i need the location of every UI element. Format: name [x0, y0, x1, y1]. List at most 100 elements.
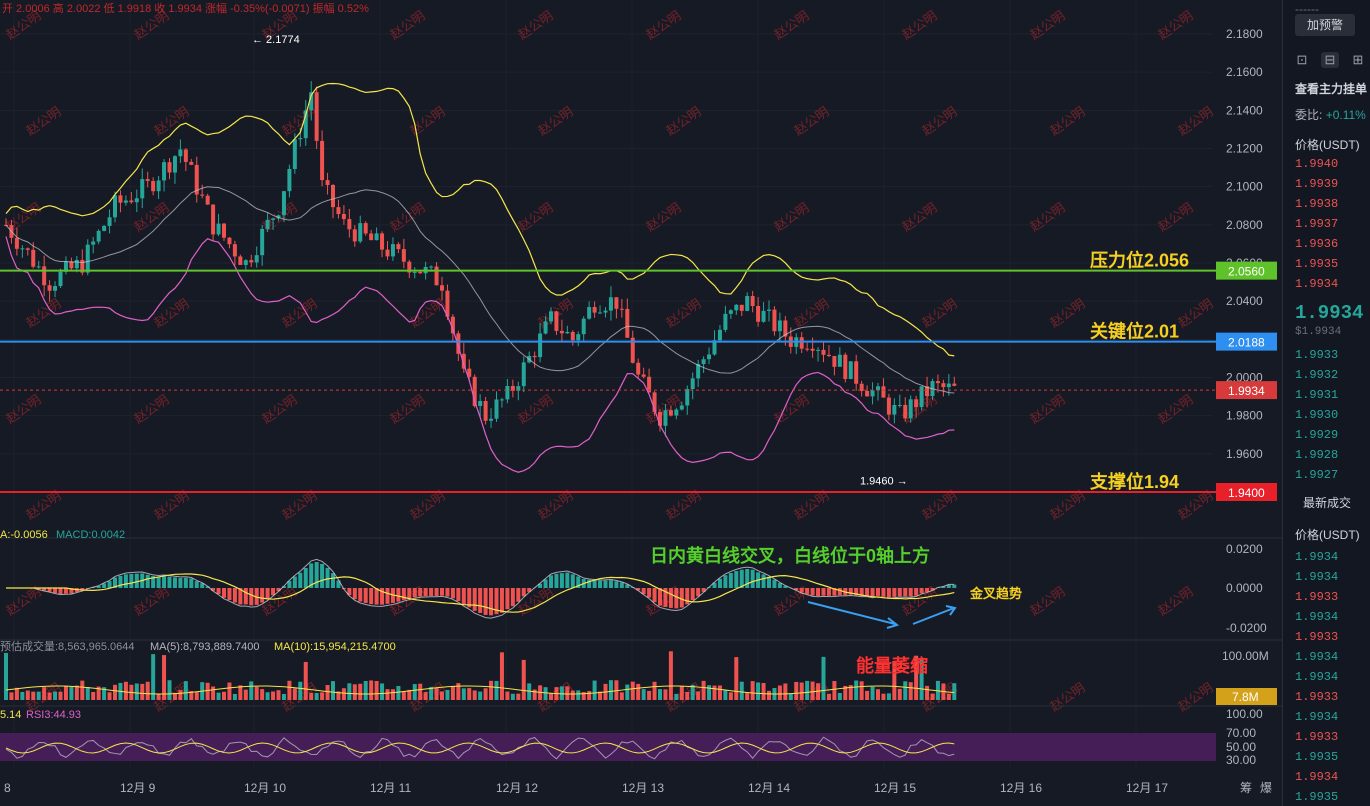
book-view-both-icon[interactable]: ⊡ — [1293, 52, 1311, 68]
trade-row[interactable]: 1.9934 — [1295, 610, 1338, 624]
bid-row[interactable]: 1.9932 — [1295, 368, 1338, 382]
volume-bar — [450, 686, 455, 700]
trade-row[interactable]: 1.9934 — [1295, 550, 1338, 564]
volume-tick-label: 100.00M — [1222, 649, 1269, 663]
ask-row[interactable]: 1.9938 — [1295, 197, 1338, 211]
macd-hist-bar — [456, 588, 461, 602]
volume-bar — [254, 686, 259, 700]
volume-bar — [47, 692, 52, 700]
candle-body — [347, 219, 352, 230]
macd-hist-bar — [472, 588, 477, 611]
macd-hist-bar — [647, 588, 652, 598]
level-label-key: 关键位2.01 — [1090, 321, 1179, 342]
volume-bar — [745, 693, 750, 700]
time-tick-label: 12月 17 — [1126, 781, 1168, 795]
candle-body — [113, 195, 117, 218]
ask-row[interactable]: 1.9934 — [1295, 277, 1338, 291]
volume-bar — [930, 693, 935, 700]
time-tick-label: 8 — [4, 781, 11, 795]
rsi-prefix: 5.14 — [0, 709, 21, 721]
bid-row[interactable]: 1.9927 — [1295, 468, 1338, 482]
volume-annotation: 能量萎缩 — [856, 655, 928, 676]
candle-body — [140, 179, 145, 199]
macd-hist-bar — [320, 563, 325, 588]
bid-row[interactable]: 1.9930 — [1295, 408, 1338, 422]
candle-body — [369, 233, 374, 241]
volume-bar — [505, 691, 510, 700]
candle-body — [292, 139, 297, 169]
trade-row[interactable]: 1.9933 — [1295, 690, 1338, 704]
candle-body — [123, 200, 128, 203]
book-view-asks-icon[interactable]: ⊞ — [1349, 52, 1367, 68]
volume-bar — [401, 691, 406, 700]
volume-bar — [723, 690, 728, 700]
candle-body — [265, 219, 270, 229]
candle-body — [619, 308, 624, 310]
trade-row[interactable]: 1.9933 — [1295, 590, 1338, 604]
volume-bar — [696, 691, 701, 700]
macd-hist-bar — [690, 588, 695, 601]
trade-row[interactable]: 1.9934 — [1295, 650, 1338, 664]
volume-bar — [810, 681, 815, 700]
macd-hist-bar — [521, 588, 526, 597]
candle-body — [576, 334, 581, 341]
trade-row[interactable]: 1.9934 — [1295, 670, 1338, 684]
volume-bar — [156, 693, 161, 700]
ask-row[interactable]: 1.9936 — [1295, 237, 1338, 251]
macd-hist-bar — [668, 588, 673, 608]
volume-bar — [854, 680, 859, 700]
volume-bar — [826, 693, 831, 700]
trade-row[interactable]: 1.9935 — [1295, 750, 1338, 764]
major-orders-title[interactable]: 查看主力挂单 — [1295, 80, 1367, 97]
candle-body — [919, 386, 924, 408]
book-view-bids-icon[interactable]: ⊟ — [1321, 52, 1339, 68]
time-tick-label: 12月 12 — [496, 781, 538, 795]
candle-body — [363, 223, 368, 234]
candle-body — [352, 229, 357, 242]
candle-body — [358, 223, 363, 242]
candle-body — [396, 244, 401, 250]
trade-row[interactable]: 1.9934 — [1295, 710, 1338, 724]
candle-body — [549, 311, 553, 322]
macd-hist-bar — [265, 588, 270, 600]
bid-row[interactable]: 1.9928 — [1295, 448, 1338, 462]
bid-row[interactable]: 1.9931 — [1295, 388, 1338, 402]
trade-row[interactable]: 1.9934 — [1295, 770, 1338, 784]
macd-tick-label: -0.0200 — [1226, 621, 1267, 635]
orderbook-price-header: 价格(USDT) — [1295, 138, 1360, 152]
volume-tag-label: 7.8M — [1232, 690, 1259, 704]
macd-hist-bar — [559, 573, 564, 588]
volume-bar — [668, 651, 673, 700]
candle-body — [701, 359, 706, 365]
trade-row[interactable]: 1.9934 — [1295, 570, 1338, 584]
volume-bar — [265, 692, 270, 700]
volume-bar — [794, 681, 799, 700]
macd-hist-bar — [227, 588, 232, 600]
bid-row[interactable]: 1.9929 — [1295, 428, 1338, 442]
volume-bar — [85, 686, 90, 700]
candle-body — [91, 241, 96, 245]
candle-body — [805, 348, 810, 350]
candle-body — [478, 400, 483, 407]
ask-row[interactable]: 1.9935 — [1295, 257, 1338, 271]
ask-row[interactable]: 1.9937 — [1295, 217, 1338, 231]
volume-bar — [314, 693, 319, 700]
candle-body — [685, 389, 690, 406]
trade-row[interactable]: 1.9933 — [1295, 730, 1338, 744]
candle-body — [608, 297, 613, 311]
volume-bar — [821, 656, 826, 700]
ask-row[interactable]: 1.9939 — [1295, 177, 1338, 191]
rsi-tick-label: 70.00 — [1226, 726, 1256, 740]
candle-body — [434, 266, 439, 286]
add-alert-button[interactable]: 加预警 — [1295, 14, 1355, 36]
volume-bar — [788, 693, 793, 700]
bid-row[interactable]: 1.9933 — [1295, 348, 1338, 362]
candle-body — [216, 223, 221, 235]
chart-background — [0, 0, 1282, 806]
volume-bar — [897, 688, 902, 700]
latest-trades-title[interactable]: 最新成交 — [1303, 494, 1351, 511]
trade-row[interactable]: 1.9935 — [1295, 790, 1338, 804]
ask-row[interactable]: 1.9940 — [1295, 157, 1338, 171]
trade-row[interactable]: 1.9933 — [1295, 630, 1338, 644]
macd-hist-bar — [772, 579, 777, 588]
